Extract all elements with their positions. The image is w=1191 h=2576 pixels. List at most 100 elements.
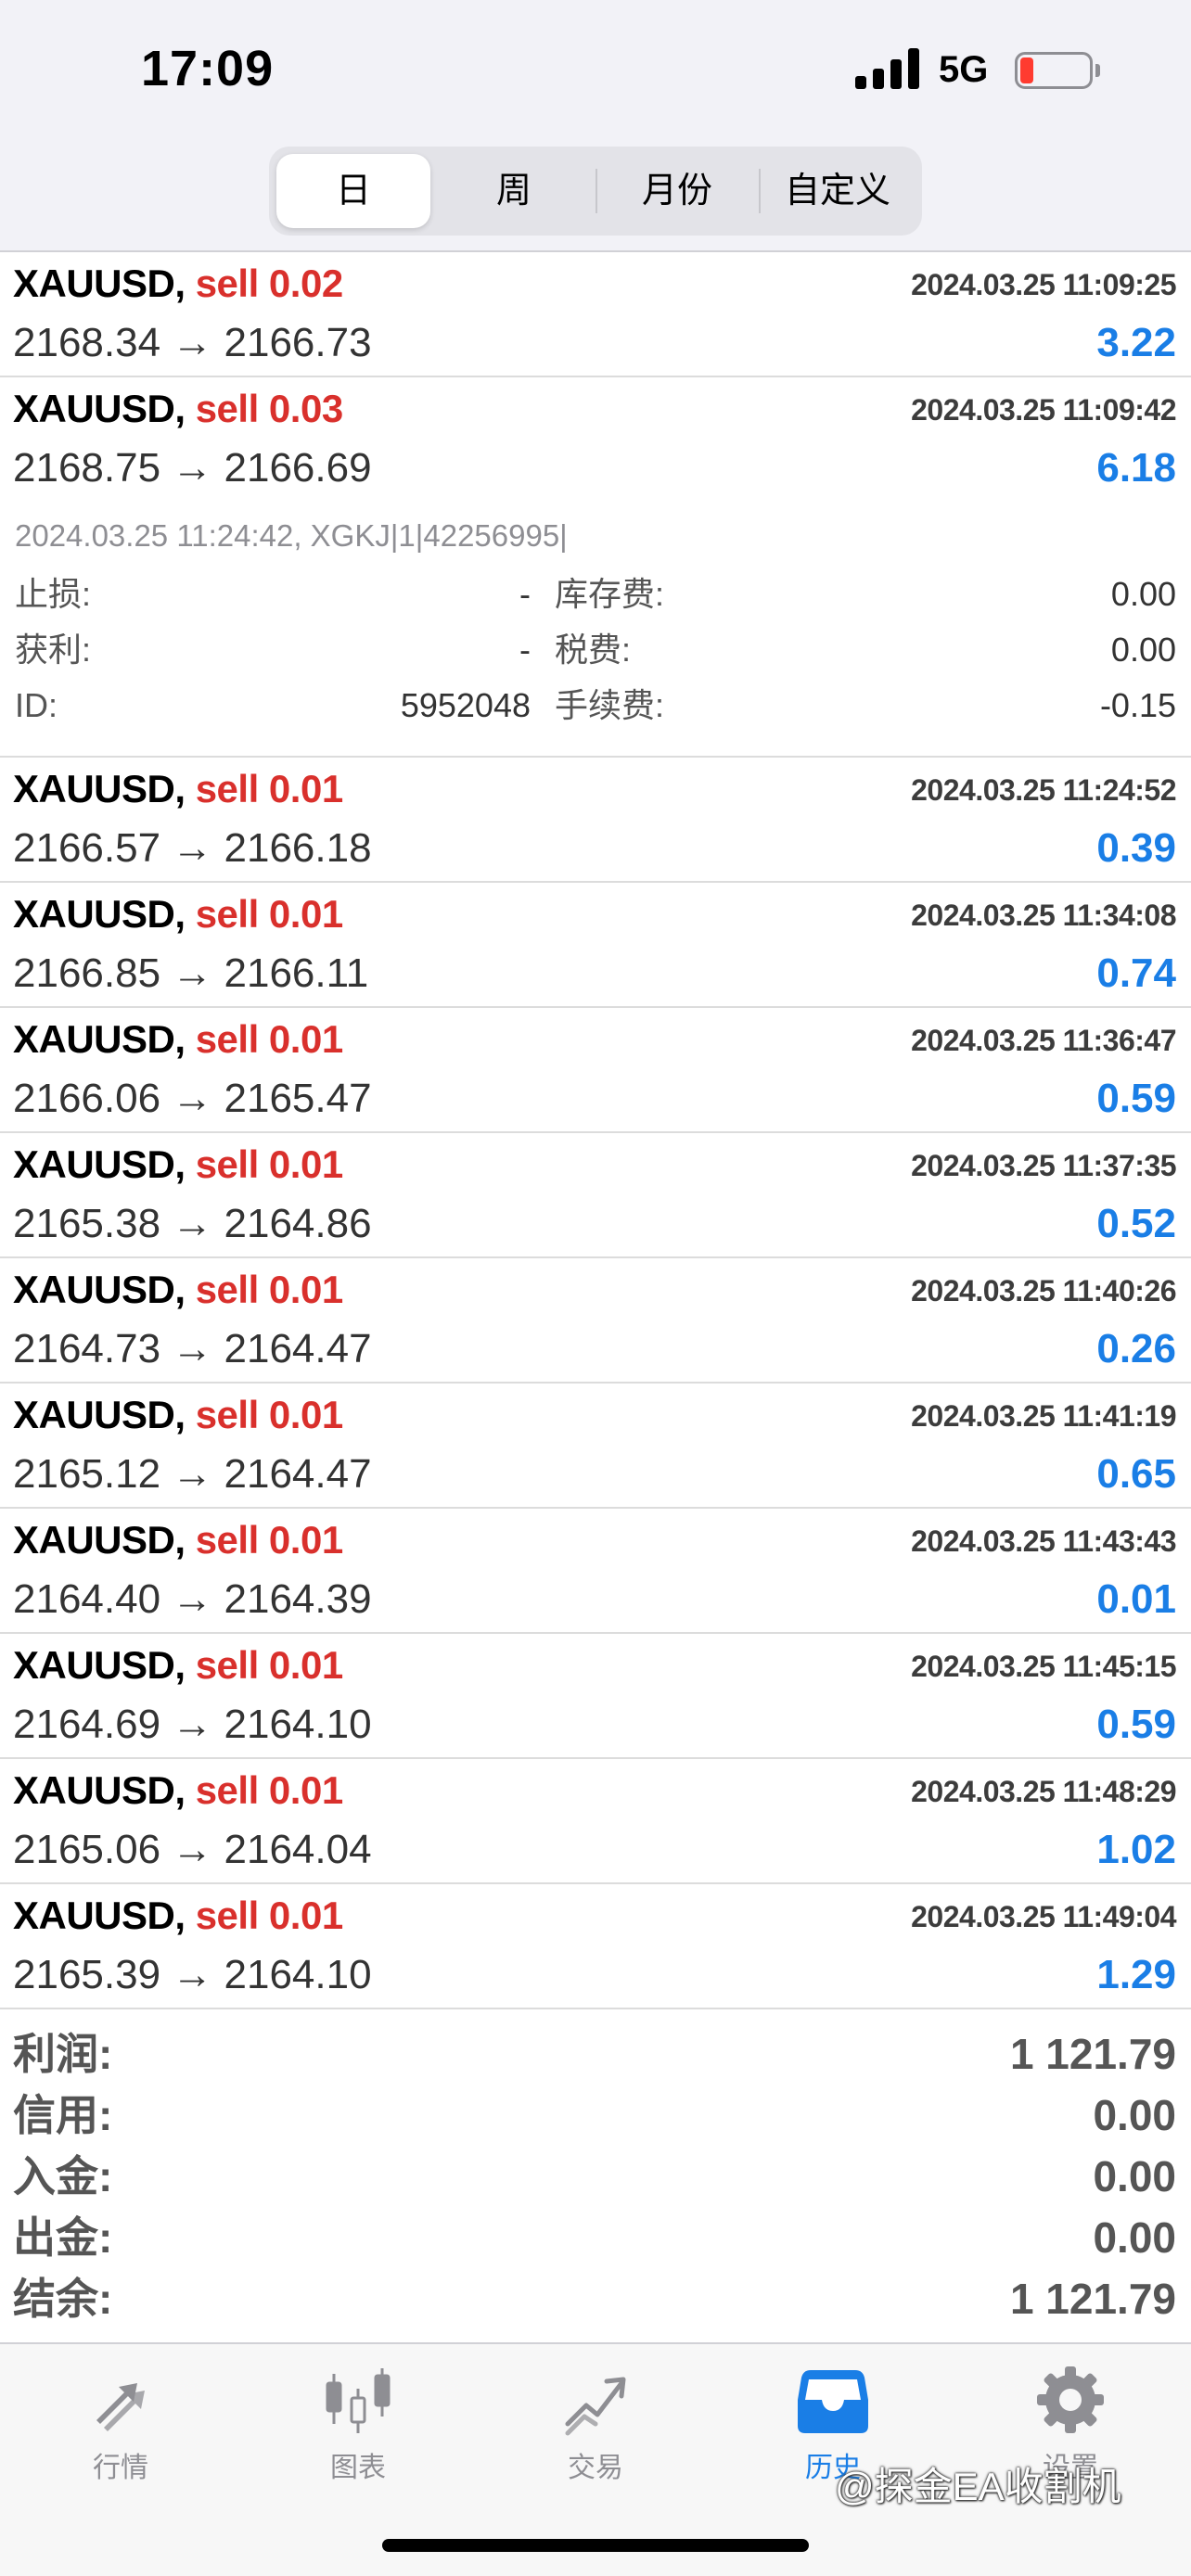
deal-row[interactable]: XAUUSD, sell 0.01 2024.03.25 11:41:19 21… (0, 1384, 1191, 1509)
deal-prices: 2165.06 → 2164.04 (13, 1827, 372, 1872)
tax-label: 税费: (555, 631, 632, 669)
trade-chart-icon (565, 2377, 626, 2436)
take-profit-value: - (519, 631, 531, 669)
candlestick-chart-icon (326, 2368, 391, 2433)
deal-row[interactable]: XAUUSD, sell 0.01 2024.03.25 11:34:08 21… (0, 883, 1191, 1008)
header: 17:09 5G 日 周 月份 自定义 (0, 0, 1191, 252)
deal-prices: 2164.40 → 2164.39 (13, 1576, 372, 1622)
watermark: @探金EA收割机 (835, 2465, 1121, 2508)
commission-value: -0.15 (1099, 686, 1176, 724)
deal-row[interactable]: XAUUSD, sell 0.01 2024.03.25 11:43:43 21… (0, 1509, 1191, 1634)
history-screen: 17:09 5G 日 周 月份 自定义 XAUUSD, sell 0.02 20… (0, 0, 1191, 2576)
deal-side: sell 0.01 (195, 1393, 343, 1436)
tab-trade-label: 交易 (568, 2453, 623, 2483)
deal-profit: 1.29 (1096, 1952, 1176, 1997)
stop-loss-label: 止损: (15, 575, 92, 613)
deal-time: 2024.03.25 11:43:43 (911, 1524, 1176, 1558)
tab-day[interactable]: 日 (276, 154, 430, 228)
deal-time: 2024.03.25 11:09:42 (911, 393, 1176, 427)
tab-charts[interactable]: 图表 (284, 2363, 432, 2502)
deal-time: 2024.03.25 11:24:52 (911, 773, 1176, 807)
tab-week[interactable]: 周 (434, 154, 594, 228)
status-time: 17:09 (141, 41, 275, 96)
deal-side: sell 0.02 (195, 261, 343, 305)
deal-profit: 0.65 (1096, 1451, 1176, 1497)
summary-balance-label: 结余: (13, 2275, 113, 2323)
battery-icon (1015, 52, 1100, 89)
deal-symbol: XAUUSD, sell 0.01 (13, 1268, 343, 1311)
deal-row[interactable]: XAUUSD, sell 0.01 2024.03.25 11:48:29 21… (0, 1759, 1191, 1884)
id-value: 5952048 (400, 686, 531, 724)
summary-credit-value: 0.00 (1093, 2091, 1176, 2139)
tab-quotes[interactable]: 行情 (46, 2363, 195, 2502)
deal-list: XAUUSD, sell 0.02 2024.03.25 11:09:25 21… (0, 252, 1191, 2009)
deal-side: sell 0.01 (195, 1268, 343, 1311)
deal-row[interactable]: XAUUSD, sell 0.02 2024.03.25 11:09:25 21… (0, 252, 1191, 377)
summary-profit-value: 1 121.79 (1009, 2030, 1176, 2078)
deal-symbol: XAUUSD, sell 0.02 (13, 261, 343, 305)
deal-side: sell 0.01 (195, 1643, 343, 1687)
deal-profit: 0.59 (1096, 1702, 1176, 1747)
deal-time: 2024.03.25 11:48:29 (911, 1775, 1176, 1808)
tax-value: 0.00 (1110, 631, 1176, 669)
deal-prices: 2166.85 → 2166.11 (13, 950, 369, 996)
deal-time: 2024.03.25 11:34:08 (911, 899, 1176, 932)
summary-credit-label: 信用: (13, 2091, 113, 2139)
summary-deposit-label: 入金: (13, 2152, 113, 2200)
summary-profit-label: 利润: (13, 2030, 113, 2078)
gear-icon (1037, 2366, 1104, 2433)
deal-symbol: XAUUSD, sell 0.01 (13, 1518, 343, 1562)
deal-row[interactable]: XAUUSD, sell 0.01 2024.03.25 11:37:35 21… (0, 1133, 1191, 1258)
quotes-arrows-icon (96, 2383, 145, 2431)
deal-profit: 0.26 (1096, 1326, 1176, 1371)
deal-row[interactable]: XAUUSD, sell 0.01 2024.03.25 11:24:52 21… (0, 758, 1191, 883)
deal-symbol: XAUUSD, sell 0.01 (13, 1643, 343, 1687)
deal-time: 2024.03.25 11:49:04 (911, 1900, 1176, 1933)
deal-prices: 2164.69 → 2164.10 (13, 1702, 372, 1747)
deal-symbol: XAUUSD, sell 0.01 (13, 1894, 343, 1937)
tab-trade[interactable]: 交易 (521, 2363, 670, 2502)
history-inbox-icon (798, 2370, 868, 2433)
tab-custom[interactable]: 自定义 (761, 154, 915, 228)
deal-symbol: XAUUSD, sell 0.03 (13, 387, 343, 430)
deal-time: 2024.03.25 11:45:15 (911, 1650, 1176, 1683)
deal-prices: 2168.75 → 2166.69 (13, 445, 372, 491)
deal-prices: 2165.39 → 2164.10 (13, 1952, 372, 1997)
deal-time: 2024.03.25 11:09:25 (911, 268, 1176, 301)
stop-loss-value: - (519, 575, 531, 613)
account-summary: 利润: 1 121.79 信用: 0.00 入金: 0.00 出金: 0.00 … (0, 2018, 1191, 2344)
deal-side: sell 0.01 (195, 892, 343, 936)
deal-prices: 2166.06 → 2165.47 (13, 1076, 372, 1121)
summary-deposit-value: 0.00 (1093, 2152, 1176, 2200)
deal-profit: 6.18 (1096, 445, 1176, 491)
deal-symbol: XAUUSD, sell 0.01 (13, 1142, 343, 1186)
deal-side: sell 0.01 (195, 1894, 343, 1937)
deal-symbol: XAUUSD, sell 0.01 (13, 1768, 343, 1812)
tab-quotes-label: 行情 (93, 2453, 148, 2483)
deal-row-expanded[interactable]: XAUUSD, sell 0.03 2024.03.25 11:09:42 21… (0, 377, 1191, 758)
summary-balance-value: 1 121.79 (1009, 2275, 1176, 2323)
network-type: 5G (939, 49, 989, 90)
deal-prices: 2166.57 → 2166.18 (13, 825, 372, 871)
deal-symbol: XAUUSD, sell 0.01 (13, 1017, 343, 1061)
deal-profit: 0.01 (1096, 1576, 1176, 1622)
deal-profit: 3.22 (1096, 320, 1176, 365)
deal-symbol: XAUUSD, sell 0.01 (13, 767, 343, 810)
summary-withdrawal-label: 出金: (13, 2213, 113, 2262)
deal-side: sell 0.01 (195, 1518, 343, 1562)
deal-side: sell 0.03 (195, 387, 343, 430)
deal-row[interactable]: XAUUSD, sell 0.01 2024.03.25 11:40:26 21… (0, 1258, 1191, 1384)
summary-withdrawal-value: 0.00 (1093, 2213, 1176, 2262)
deal-row[interactable]: XAUUSD, sell 0.01 2024.03.25 11:36:47 21… (0, 1008, 1191, 1133)
deal-profit: 0.74 (1096, 950, 1176, 996)
deal-time: 2024.03.25 11:36:47 (911, 1024, 1176, 1057)
deal-time: 2024.03.25 11:41:19 (911, 1399, 1176, 1433)
deal-prices: 2164.73 → 2164.47 (13, 1326, 372, 1371)
swap-value: 0.00 (1110, 575, 1176, 613)
deal-symbol: XAUUSD, sell 0.01 (13, 892, 343, 936)
deal-row[interactable]: XAUUSD, sell 0.01 2024.03.25 11:45:15 21… (0, 1634, 1191, 1759)
deal-comment: 2024.03.25 11:24:42, XGKJ|1|42256995| (15, 518, 568, 553)
tab-month[interactable]: 月份 (597, 154, 757, 228)
cellular-signal-icon (855, 48, 920, 89)
deal-row[interactable]: XAUUSD, sell 0.01 2024.03.25 11:49:04 21… (0, 1884, 1191, 2009)
